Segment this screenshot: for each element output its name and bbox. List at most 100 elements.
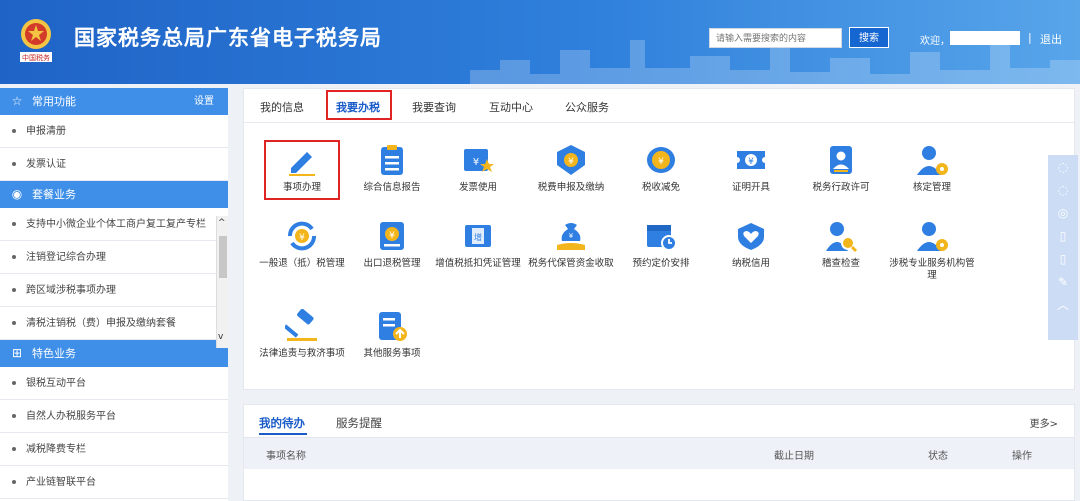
- sidebar-item-label: 清税注销税（费）申报及缴纳套餐: [26, 318, 176, 329]
- service-item[interactable]: 税务行政许可: [797, 143, 885, 194]
- service-item[interactable]: ¥ 出口退税管理: [348, 219, 436, 270]
- service-label: 税费申报及缴纳: [537, 182, 605, 193]
- service-item[interactable]: ¥ 税务代保管资金收取: [527, 219, 615, 270]
- bullet-icon: [12, 129, 16, 133]
- service-item[interactable]: 涉税专业服务机构管理: [888, 219, 976, 282]
- sidebar-section-special[interactable]: ⊞ 特色业务: [0, 340, 228, 367]
- scroll-thumb[interactable]: [219, 236, 227, 278]
- tab-public-service[interactable]: 公众服务: [565, 99, 609, 115]
- section-title: 常用功能: [32, 95, 76, 108]
- column-header: 截止日期: [774, 451, 814, 462]
- svg-text:¥: ¥: [389, 231, 395, 241]
- service-label: 出口退税管理: [363, 258, 421, 269]
- service-item[interactable]: 法律追责与救济事项: [258, 308, 346, 360]
- tab-query[interactable]: 我要查询: [412, 99, 456, 115]
- site-title: 国家税务总局广东省电子税务局: [74, 26, 382, 50]
- svg-text:¥: ¥: [568, 157, 574, 167]
- sidebar-item-label: 自然人办税服务平台: [26, 411, 116, 422]
- chat-icon[interactable]: ◌: [1048, 155, 1078, 178]
- service-label: 法律追责与救济事项: [259, 348, 345, 359]
- sidebar-item[interactable]: 减税降费专栏: [0, 433, 228, 466]
- bullet-icon: [12, 480, 16, 484]
- invoice-star-icon: ¥: [461, 143, 495, 177]
- vat-receipt-icon: 增: [461, 219, 495, 253]
- sidebar-item-label: 发票认证: [26, 159, 66, 170]
- active-tab-highlight: [326, 90, 392, 120]
- back-to-top-icon[interactable]: ︿: [1048, 293, 1078, 316]
- sidebar-item[interactable]: 注销登记综合办理: [0, 241, 228, 274]
- sidebar-item-label: 注销登记综合办理: [26, 252, 106, 263]
- section-title: 特色业务: [32, 347, 76, 360]
- service-label: 核定管理: [912, 182, 951, 193]
- main-tabs: 我的信息 我要办税 我要查询 互动中心 公众服务: [244, 89, 1074, 123]
- heart-shield-icon: [734, 219, 768, 253]
- sidebar-item[interactable]: 发票认证: [0, 148, 228, 181]
- service-item[interactable]: 其他服务事项: [348, 309, 436, 360]
- service-label: 涉税专业服务机构管理: [889, 258, 975, 281]
- settings-link[interactable]: 设置: [194, 88, 214, 115]
- sidebar-item-label: 银税互动平台: [26, 378, 86, 389]
- scroll-down-icon[interactable]: v: [218, 332, 223, 342]
- tab-service-reminder[interactable]: 服务提醒: [336, 415, 382, 431]
- sidebar-item[interactable]: 跨区域涉税事项办理: [0, 274, 228, 307]
- tab-my-todo[interactable]: 我的待办: [259, 415, 305, 431]
- more-link[interactable]: 更多>: [1030, 415, 1058, 430]
- svg-text:¥: ¥: [748, 157, 754, 167]
- service-label: 证明开具: [731, 182, 770, 193]
- package-icon: ◉: [11, 187, 23, 201]
- service-item[interactable]: 稽查检查: [797, 219, 885, 270]
- service-item[interactable]: ¥ 税费申报及缴纳: [527, 143, 615, 194]
- yuan-doc-icon: ¥: [375, 219, 409, 253]
- service-item[interactable]: ¥ 证明开具: [707, 143, 795, 194]
- sidebar-item-label: 产业链智联平台: [26, 477, 96, 488]
- service-item[interactable]: 事项办理: [258, 143, 346, 194]
- service-item[interactable]: 纳税信用: [707, 219, 795, 270]
- edit-icon[interactable]: ✎: [1048, 270, 1078, 293]
- service-item[interactable]: ¥ 发票使用: [434, 143, 522, 194]
- sidebar-section-common[interactable]: ☆ 常用功能 设置: [0, 88, 228, 115]
- todo-table-header: 事项名称 截止日期 状态 操作: [244, 437, 1074, 469]
- service-label: 税收减免: [641, 182, 680, 193]
- bullet-icon: [12, 162, 16, 166]
- bullet-icon: [12, 447, 16, 451]
- active-tab-underline: [259, 433, 307, 435]
- yuan-shield-icon: ¥: [554, 143, 588, 177]
- service-label: 事项办理: [282, 182, 321, 193]
- service-item[interactable]: 增增值税抵扣凭证管理: [434, 219, 522, 270]
- sidebar-item[interactable]: 银税互动平台: [0, 367, 228, 400]
- package-scrollbar[interactable]: ^ v: [216, 216, 228, 348]
- person-gear-2-icon: [915, 219, 949, 253]
- sidebar-item[interactable]: 清税注销税（费）申报及缴纳套餐: [0, 307, 228, 340]
- service-item[interactable]: 预约定价安排: [617, 219, 705, 270]
- tab-my-info[interactable]: 我的信息: [260, 99, 304, 115]
- id-badge-icon: [824, 143, 858, 177]
- sidebar-item-label: 跨区域涉税事项办理: [26, 285, 116, 296]
- search-input[interactable]: [709, 28, 842, 48]
- service-label: 税务代保管资金收取: [528, 258, 614, 269]
- sidebar-item[interactable]: 自然人办税服务平台: [0, 400, 228, 433]
- sidebar-item[interactable]: 产业链智联平台: [0, 466, 228, 499]
- mobile-icon[interactable]: ▯: [1048, 224, 1078, 247]
- service-panel: 我的信息 我要办税 我要查询 互动中心 公众服务 事项办理 综合信息报告 ¥ 发票使用…: [243, 88, 1075, 390]
- tab-interaction[interactable]: 互动中心: [489, 99, 533, 115]
- yuan-refresh-icon: ¥: [285, 219, 319, 253]
- search-button[interactable]: 搜索: [849, 27, 889, 48]
- sidebar-item[interactable]: 支持中小微企业个体工商户复工复产专栏: [0, 208, 228, 241]
- logout-link[interactable]: 退出: [1040, 31, 1062, 47]
- service-item[interactable]: 综合信息报告: [348, 143, 436, 194]
- service-item[interactable]: ¥ 税收减免: [617, 143, 705, 194]
- coin-stack-icon: ¥: [644, 143, 678, 177]
- service-item[interactable]: ¥ 一般退（抵）税管理: [258, 219, 346, 270]
- service-label: 一般退（抵）税管理: [259, 258, 345, 269]
- sidebar-section-package[interactable]: ◉ 套餐业务: [0, 181, 228, 208]
- service-item[interactable]: 核定管理: [888, 143, 976, 194]
- chat-icon[interactable]: ◌: [1048, 178, 1078, 201]
- scroll-up-icon[interactable]: ^: [218, 218, 226, 228]
- bullet-icon: [12, 414, 16, 418]
- calendar-clock-icon: [644, 219, 678, 253]
- weibo-icon[interactable]: ◎: [1048, 201, 1078, 224]
- mobile-icon[interactable]: ▯: [1048, 247, 1078, 270]
- sidebar-item[interactable]: 申报清册: [0, 115, 228, 148]
- clipboard-icon: [375, 143, 409, 177]
- column-header: 操作: [1012, 451, 1032, 462]
